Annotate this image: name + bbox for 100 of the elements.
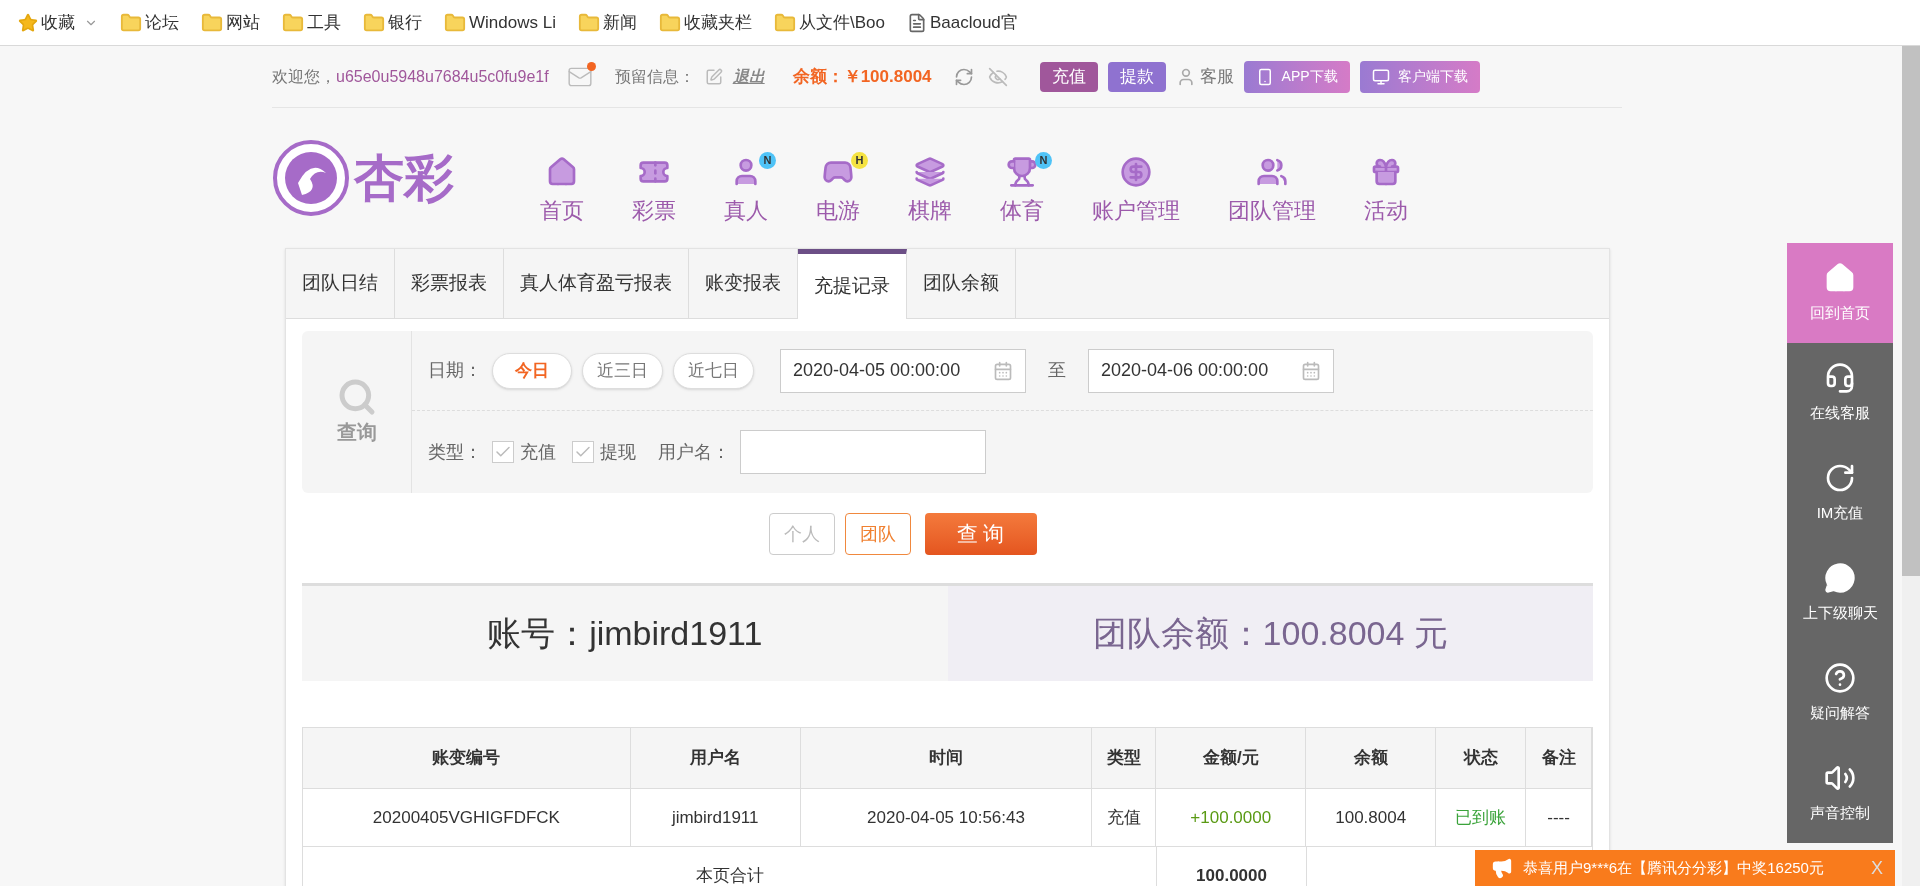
to-label: 至: [1048, 359, 1066, 382]
calendar-icon[interactable]: [1301, 360, 1321, 381]
side-menu-item[interactable]: 在线客服: [1787, 343, 1893, 443]
bookmark[interactable]: 论坛: [120, 9, 179, 36]
total-label: 本页合计: [303, 847, 1157, 886]
bookmark[interactable]: 收藏: [18, 9, 98, 36]
folder-icon: [658, 11, 681, 34]
bookmark[interactable]: 从文件\Boo: [773, 9, 885, 36]
checkbox[interactable]: [572, 441, 594, 463]
edit-icon[interactable]: [704, 67, 723, 86]
notice-text: 恭喜用户9***6在【腾讯分分彩】中奖16250元: [1523, 857, 1824, 878]
nav-item[interactable]: 团队管理: [1212, 149, 1332, 227]
home-icon: [546, 155, 578, 188]
side-menu-item[interactable]: 声音控制: [1787, 743, 1893, 843]
type-label: 类型：: [428, 440, 482, 464]
home-icon: [1824, 261, 1856, 294]
table-cell: 100.8004: [1306, 789, 1437, 846]
column-header: 用户名: [630, 728, 801, 788]
username-field[interactable]: [740, 430, 986, 474]
report-tab[interactable]: 团队日结: [286, 249, 395, 318]
balance-text: 余额：￥100.8004: [792, 65, 932, 88]
column-header: 类型: [1092, 728, 1157, 788]
bookmark[interactable]: 收藏夹栏: [658, 9, 752, 36]
checkbox[interactable]: [492, 441, 514, 463]
table-cell: 已到账: [1436, 789, 1527, 846]
side-menu-item[interactable]: 疑问解答: [1787, 643, 1893, 743]
column-header: 账变编号: [303, 728, 631, 788]
nav-item[interactable]: 彩票: [616, 149, 692, 227]
column-header: 金额/元: [1156, 728, 1307, 788]
report-tab[interactable]: 团队余额: [907, 249, 1016, 318]
download-button[interactable]: APP下载: [1243, 60, 1350, 93]
bookmark[interactable]: Baacloud官: [906, 9, 1018, 36]
report-tab[interactable]: 彩票报表: [395, 249, 504, 318]
team-balance-summary: 团队余额：100.8004 元: [947, 586, 1593, 681]
date-to-field[interactable]: 2020-04-06 00:00:00: [1088, 348, 1334, 393]
search-label: 查询: [336, 420, 377, 445]
column-header: 备注: [1526, 728, 1593, 788]
nav-badge: N: [1035, 151, 1052, 169]
nav-item[interactable]: 活动: [1348, 149, 1424, 227]
total-amount: 100.0000: [1157, 847, 1307, 886]
download-button[interactable]: 客户端下载: [1359, 60, 1480, 93]
checkbox-label: 充值: [520, 440, 556, 464]
cards-icon: [914, 155, 946, 188]
column-header: 状态: [1436, 728, 1527, 788]
bookmark[interactable]: 新闻: [577, 9, 637, 36]
coin-icon: [1120, 155, 1152, 188]
star-icon: [18, 12, 38, 33]
nav-item[interactable]: 棋牌: [892, 149, 968, 227]
withdraw-button[interactable]: 提款: [1107, 61, 1166, 92]
nav-item[interactable]: 账户管理: [1076, 149, 1196, 227]
refresh-icon[interactable]: [953, 66, 974, 87]
nav-item[interactable]: 首页: [524, 149, 600, 227]
bookmark[interactable]: 工具: [282, 9, 341, 36]
side-menu-item[interactable]: IM充值: [1787, 443, 1893, 543]
monitor-icon: [1371, 67, 1390, 86]
help-icon: [1824, 661, 1856, 694]
table-cell: 充值: [1092, 789, 1157, 846]
folder-icon: [120, 11, 142, 34]
checkbox-label: 提现: [600, 440, 636, 464]
nav-item[interactable]: N 真人: [708, 149, 784, 227]
date-range-button[interactable]: 近三日: [582, 352, 663, 389]
bookmark[interactable]: 网站: [201, 9, 260, 36]
greeting-label: 欢迎您，: [272, 66, 336, 87]
trophy-icon: [1006, 155, 1038, 188]
folder-icon: [282, 11, 304, 34]
calendar-icon[interactable]: [993, 360, 1013, 381]
hide-icon[interactable]: [987, 66, 1008, 87]
date-range-button[interactable]: 近七日: [673, 352, 754, 389]
deposit-button[interactable]: 充值: [1039, 61, 1098, 92]
folder-icon: [577, 11, 600, 34]
account-summary: 账号：jimbird1911: [302, 586, 948, 681]
folder-icon: [444, 11, 466, 34]
nav-badge: N: [759, 151, 776, 169]
table-cell: 2020-04-05 10:56:43: [800, 789, 1093, 846]
table-cell: 20200405VGHIGFDFCK: [303, 789, 631, 846]
folder-icon: [363, 11, 385, 34]
username-link[interactable]: u65e0u5948u7684u5c0fu9e1f: [336, 64, 549, 89]
column-header: 时间: [800, 728, 1093, 788]
bookmark[interactable]: Windows Li: [444, 9, 556, 36]
username-label: 用户名：: [658, 440, 730, 464]
bookmark[interactable]: 银行: [363, 9, 422, 36]
table-cell: +100.0000: [1156, 789, 1307, 846]
logout-link[interactable]: 退出: [732, 64, 765, 89]
date-from-field[interactable]: 2020-04-05 00:00:00: [780, 348, 1026, 393]
nav-item[interactable]: H 电游: [800, 149, 876, 227]
nav-item[interactable]: N 体育: [984, 149, 1060, 227]
date-range-button[interactable]: 今日: [492, 352, 572, 389]
table-cell: ----: [1526, 789, 1593, 846]
table-cell: jimbird1911: [630, 789, 801, 846]
folder-icon: [773, 11, 796, 34]
folder-icon: [201, 11, 223, 34]
chat-bubble-icon: [1824, 561, 1856, 594]
service-link[interactable]: 客服: [1175, 61, 1234, 92]
report-tab[interactable]: 充提记录: [798, 249, 907, 319]
side-menu-item[interactable]: 上下级聊天: [1787, 543, 1893, 643]
megaphone-icon: [1491, 857, 1513, 879]
headset-icon: [1824, 361, 1856, 394]
report-tab[interactable]: 真人体育盈亏报表: [504, 249, 689, 318]
date-label: 日期：: [428, 359, 482, 382]
query-button[interactable]: 查 询: [924, 513, 1037, 555]
